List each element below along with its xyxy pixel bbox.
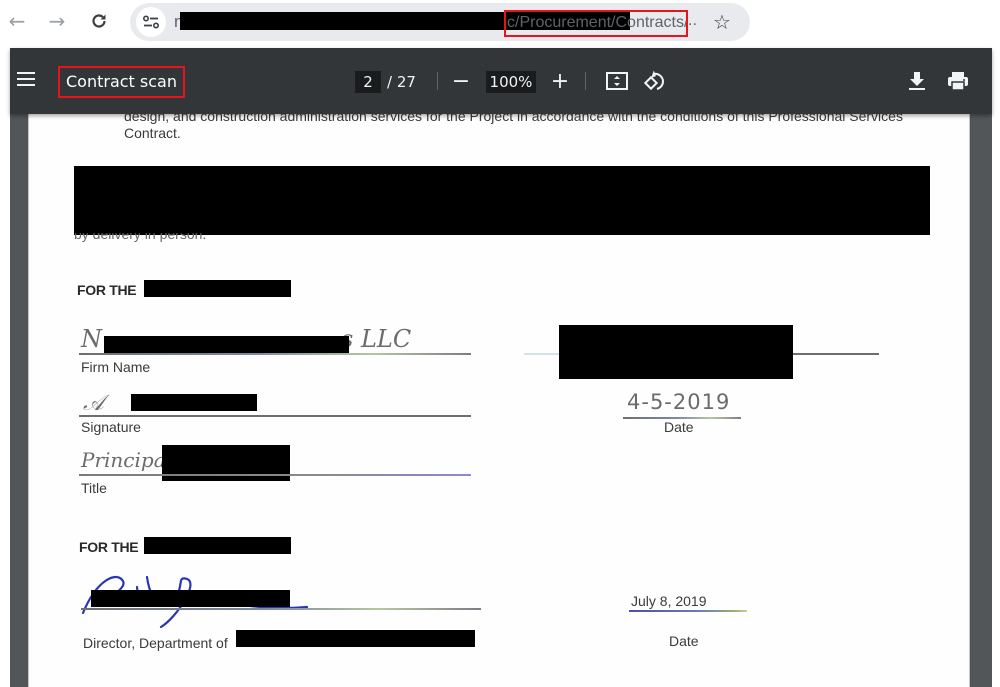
date-line (629, 610, 747, 612)
pdf-viewer: Contract scan 2 / 27 − 100% + design, an… (10, 48, 992, 687)
forward-button[interactable]: → (44, 8, 70, 34)
arrow-left-icon: ← (8, 9, 26, 33)
party2-heading: FOR THE (79, 539, 139, 555)
download-icon (909, 72, 925, 90)
redacted-signature (131, 394, 257, 411)
redacted-paragraph (74, 166, 930, 235)
fit-to-page-button[interactable] (602, 66, 632, 96)
back-button[interactable]: ← (4, 8, 30, 34)
page-number-input[interactable]: 2 (355, 71, 381, 93)
signature-label: Signature (81, 419, 141, 435)
date-label: Date (664, 419, 694, 435)
signature-line (79, 415, 471, 417)
redacted-department (236, 630, 475, 647)
rotate-icon (644, 70, 664, 91)
url-path-highlight: c/Procurement/Contracts/ (504, 10, 688, 37)
handwritten-firm-name: N (81, 325, 102, 353)
handwritten-title: Principal (81, 448, 173, 472)
fit-to-page-icon (606, 72, 628, 90)
url-ellipsis: .. (688, 12, 697, 29)
redacted-signer-block (559, 325, 793, 379)
minus-icon: − (451, 68, 471, 94)
star-icon: ☆ (713, 10, 731, 34)
redacted-signatory (91, 590, 290, 607)
paragraph-line: Contract. (124, 125, 181, 141)
firm-name-line (79, 353, 471, 355)
redacted-party-name (144, 537, 291, 554)
signatory-line (81, 608, 481, 610)
paragraph-line: design, and construction administration … (124, 114, 903, 124)
site-info-button[interactable] (136, 7, 166, 37)
address-bar[interactable]: n c/Procurement/Contracts/ .. ☆ (130, 3, 750, 41)
pdf-toolbar: Contract scan 2 / 27 − 100% + (10, 48, 992, 114)
signer-line (793, 353, 879, 355)
handwritten-date: 4-5-2019 (627, 390, 731, 414)
reload-button[interactable] (86, 8, 112, 34)
handwritten-signature: 𝒜 (83, 391, 104, 416)
browser-toolbar: ← → n c/Procurement/Contracts/ .. ☆ (0, 0, 1000, 44)
party1-heading: FOR THE (77, 282, 137, 298)
firm-name-label: Firm Name (81, 359, 151, 375)
toolbar-divider (585, 72, 586, 90)
redacted-party-name (144, 280, 291, 297)
redacted-firm-name (104, 336, 349, 353)
toolbar-divider (437, 72, 438, 90)
date-label: Date (669, 633, 699, 649)
zoom-out-button[interactable]: − (446, 66, 476, 96)
zoom-level-input[interactable]: 100% (486, 71, 536, 93)
bookmark-button[interactable]: ☆ (710, 10, 734, 34)
zoom-in-button[interactable]: + (545, 66, 575, 96)
signer-line (524, 353, 559, 355)
title-label: Title (81, 480, 107, 496)
tune-icon (142, 15, 160, 29)
download-button[interactable] (902, 66, 932, 96)
date-value: July 8, 2019 (631, 593, 707, 609)
signer-title: Director, Department of (83, 635, 228, 651)
menu-button[interactable] (16, 68, 38, 92)
reload-icon (92, 14, 106, 28)
handwritten-firm-name-suffix: s LLC (341, 325, 412, 353)
arrow-right-icon: → (48, 9, 66, 33)
print-button[interactable] (943, 66, 973, 96)
pdf-page: design, and construction administration … (28, 114, 970, 687)
title-line (79, 474, 471, 476)
print-icon (948, 72, 968, 91)
rotate-button[interactable] (640, 66, 670, 96)
document-title: Contract scan (58, 66, 185, 98)
page-total: / 27 (387, 73, 416, 91)
plus-icon: + (550, 68, 570, 94)
